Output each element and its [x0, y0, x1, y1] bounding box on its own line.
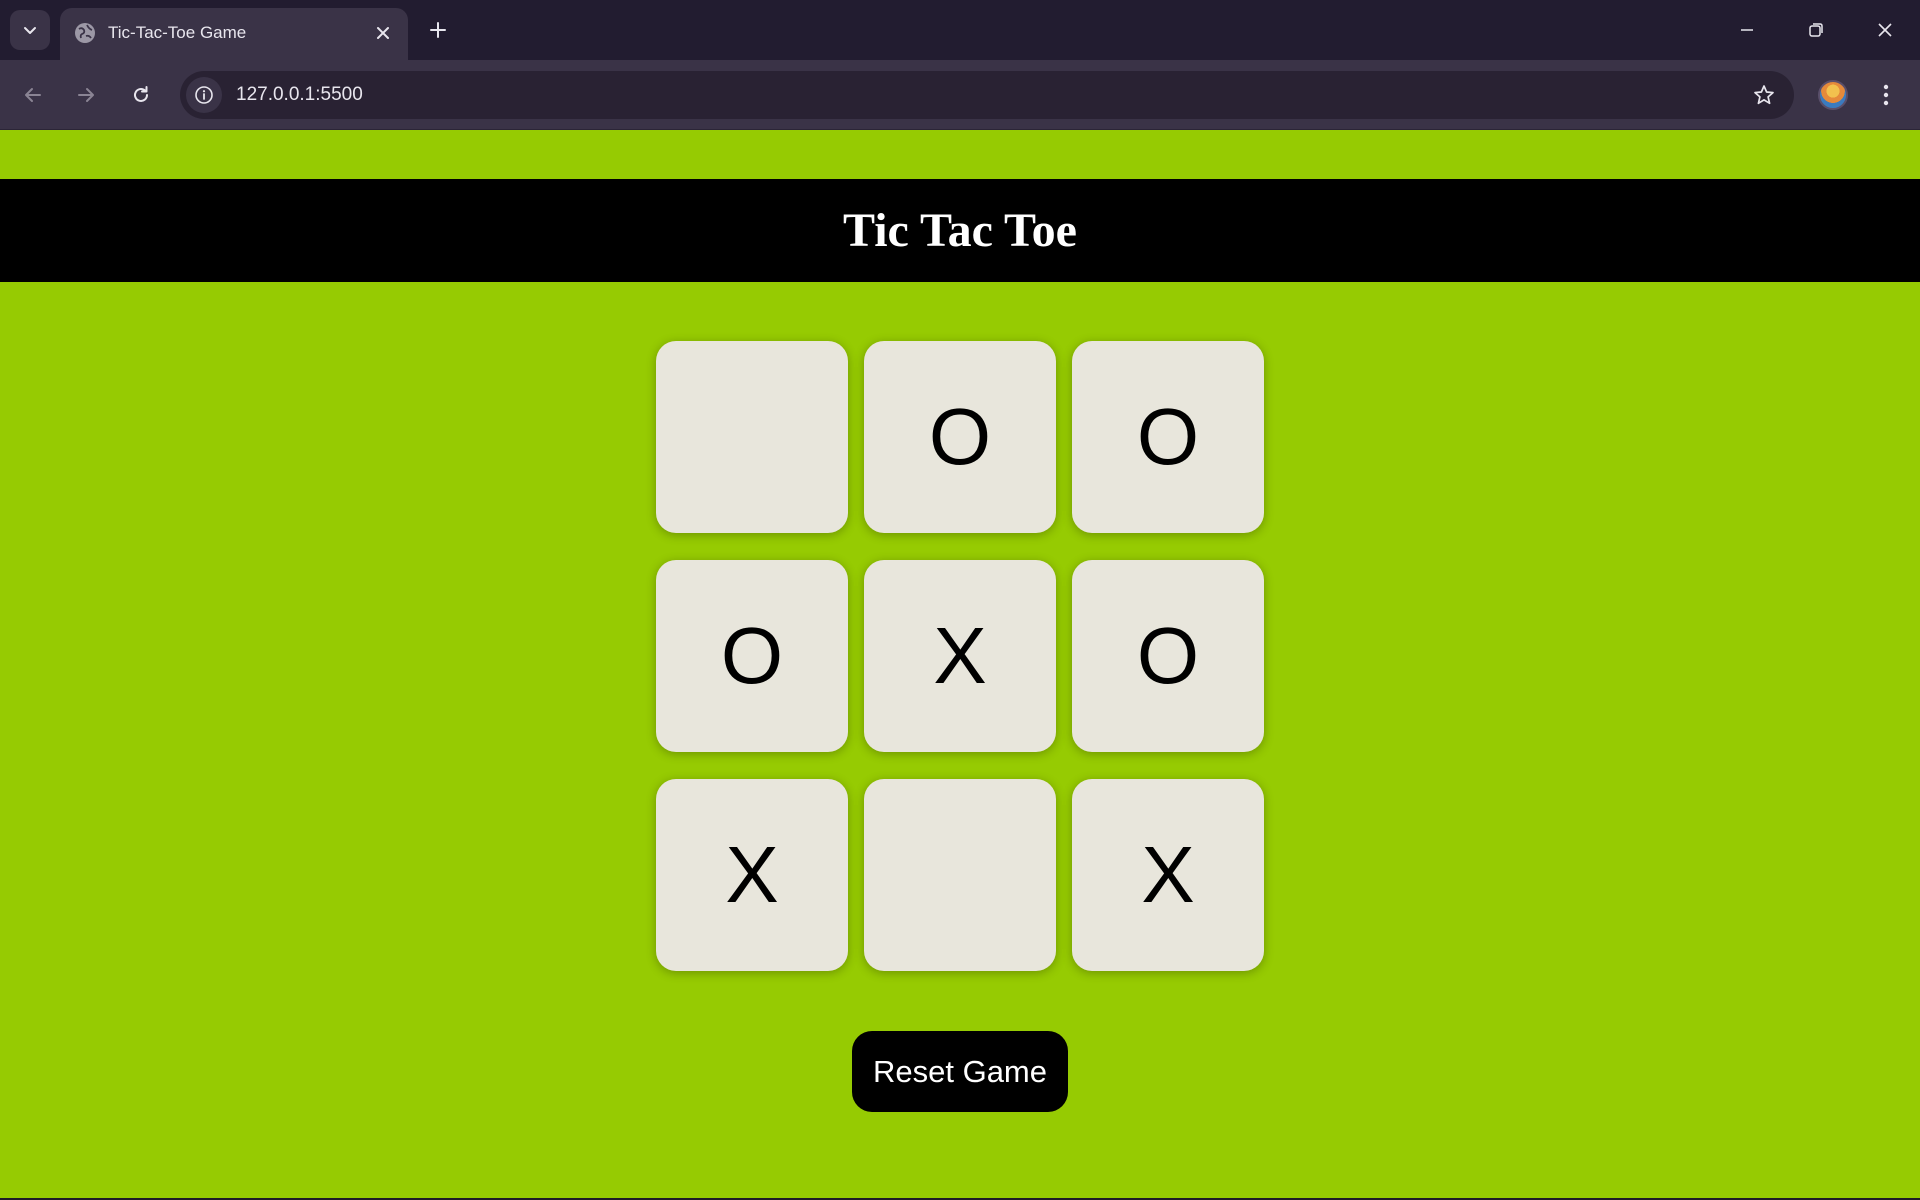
browser-toolbar: 127.0.0.1:5500	[0, 60, 1920, 130]
board-cell[interactable]: X	[864, 560, 1056, 752]
star-icon	[1754, 85, 1774, 105]
plus-icon	[430, 22, 446, 38]
browser-menu-button[interactable]	[1868, 76, 1904, 114]
board-cell[interactable]: O	[1072, 341, 1264, 533]
arrow-left-icon	[25, 88, 41, 102]
back-button[interactable]	[13, 75, 53, 115]
tab-close-button[interactable]	[370, 20, 396, 46]
bookmark-button[interactable]	[1748, 79, 1780, 111]
globe-icon	[75, 23, 95, 43]
browser-tabstrip: Tic-Tac-Toe Game	[0, 0, 1920, 60]
board-cell[interactable]: X	[656, 779, 848, 971]
board-cell[interactable]: X	[1072, 779, 1264, 971]
info-icon	[195, 86, 213, 104]
tab-search-button[interactable]	[10, 10, 50, 50]
board-cell[interactable]	[864, 779, 1056, 971]
minimize-icon	[1741, 29, 1753, 31]
browser-tab[interactable]: Tic-Tac-Toe Game	[60, 8, 408, 60]
cell-mark: X	[725, 830, 779, 919]
minimize-button[interactable]	[1724, 8, 1770, 52]
page-title: Tic Tac Toe	[843, 203, 1077, 257]
arrow-right-icon	[78, 88, 94, 102]
cell-mark: O	[928, 392, 992, 481]
tab-title: Tic-Tac-Toe Game	[108, 23, 247, 42]
game-board: O O O X O X X	[656, 341, 1264, 971]
cell-mark: O	[720, 611, 784, 700]
close-window-button[interactable]	[1862, 8, 1908, 52]
board-cell[interactable]: O	[656, 560, 848, 752]
profile-avatar[interactable]	[1818, 80, 1848, 110]
cell-mark: X	[1141, 830, 1195, 919]
reset-game-button[interactable]: Reset Game	[852, 1031, 1068, 1112]
url-text[interactable]: 127.0.0.1:5500	[236, 84, 363, 106]
restore-button[interactable]	[1793, 8, 1839, 52]
restore-icon	[1809, 23, 1823, 37]
close-window-icon	[1878, 23, 1892, 37]
board-cell[interactable]: O	[1072, 560, 1264, 752]
address-bar[interactable]: 127.0.0.1:5500	[180, 71, 1794, 119]
chevron-down-icon	[24, 27, 36, 34]
reload-button[interactable]	[121, 75, 161, 115]
page-content: Tic Tac Toe O O O X O X X Reset Game	[0, 131, 1920, 1200]
cell-mark: O	[1136, 611, 1200, 700]
site-info-button[interactable]	[186, 77, 222, 113]
forward-button[interactable]	[66, 75, 106, 115]
board-cell[interactable]	[656, 341, 848, 533]
header-bar: Tic Tac Toe	[0, 179, 1920, 282]
new-tab-button[interactable]	[422, 14, 454, 46]
cell-mark: X	[933, 611, 987, 700]
close-icon	[377, 27, 389, 39]
board-cell[interactable]: O	[864, 341, 1056, 533]
cell-mark: O	[1136, 392, 1200, 481]
reload-icon	[134, 86, 148, 102]
kebab-icon	[1883, 84, 1889, 106]
